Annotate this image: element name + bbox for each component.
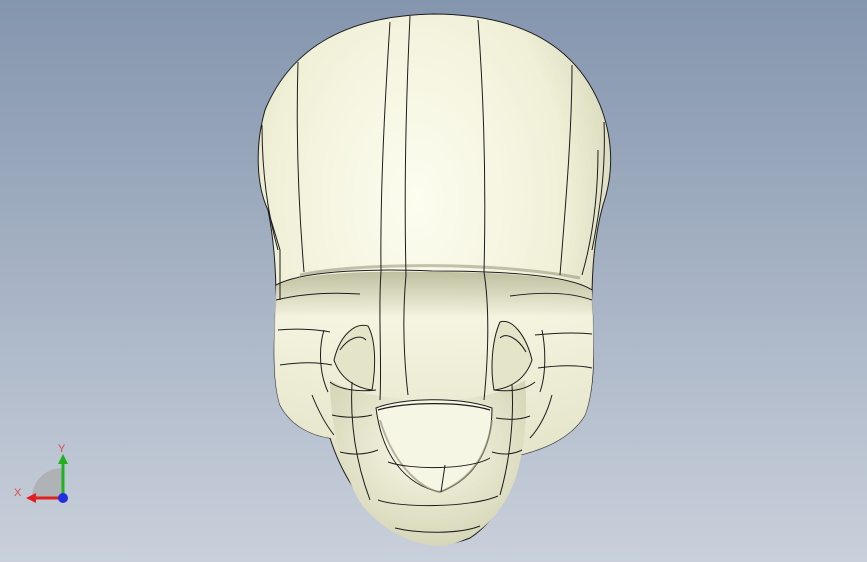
triad-quadrant <box>32 468 62 498</box>
y-axis-label: Y <box>58 443 66 455</box>
y-axis-arrowhead <box>58 454 68 464</box>
x-axis-label: X <box>14 487 22 499</box>
x-axis-arrowhead <box>26 493 36 503</box>
z-axis-dot <box>58 493 68 503</box>
orientation-triad: Y X <box>14 443 68 503</box>
graphics-viewport[interactable]: Y X <box>0 0 867 562</box>
3d-model[interactable] <box>0 0 867 562</box>
